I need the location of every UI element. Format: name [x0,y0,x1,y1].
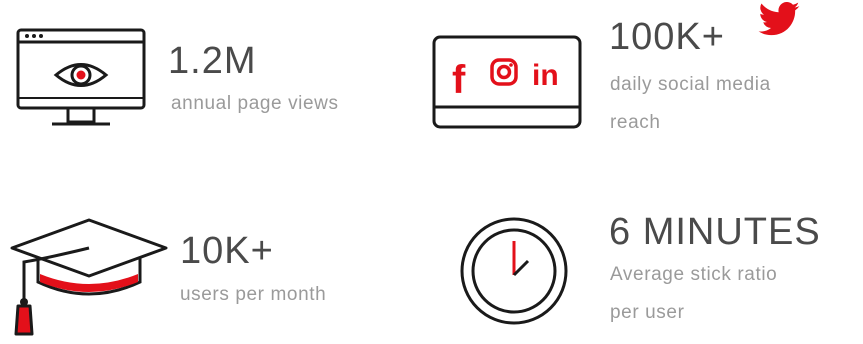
stat-label: Average stick ratio per user [610,256,777,332]
stat-label: daily social media reach [610,66,771,142]
stat-label-line-1: daily social media [610,74,771,95]
stat-label: users per month [180,284,327,305]
stat-label-line-1: Average stick ratio [610,264,778,285]
stat-label-line-2: per user [610,302,685,323]
clock-icon [460,217,568,325]
stat-label-line-2: reach [610,112,661,133]
social-media-panel-icon: f in [432,35,582,129]
twitter-icon [758,2,800,36]
stat-label: annual page views [171,93,339,114]
stat-value: 6 MINUTES [609,211,821,253]
facebook-icon: f [452,58,466,102]
stat-value: 100K+ [609,16,725,58]
monitor-eye-icon [16,28,146,126]
graduation-cap-icon [10,218,168,336]
stat-value: 1.2M [168,40,257,82]
linkedin-icon: in [532,59,559,92]
stat-value: 10K+ [180,230,274,272]
